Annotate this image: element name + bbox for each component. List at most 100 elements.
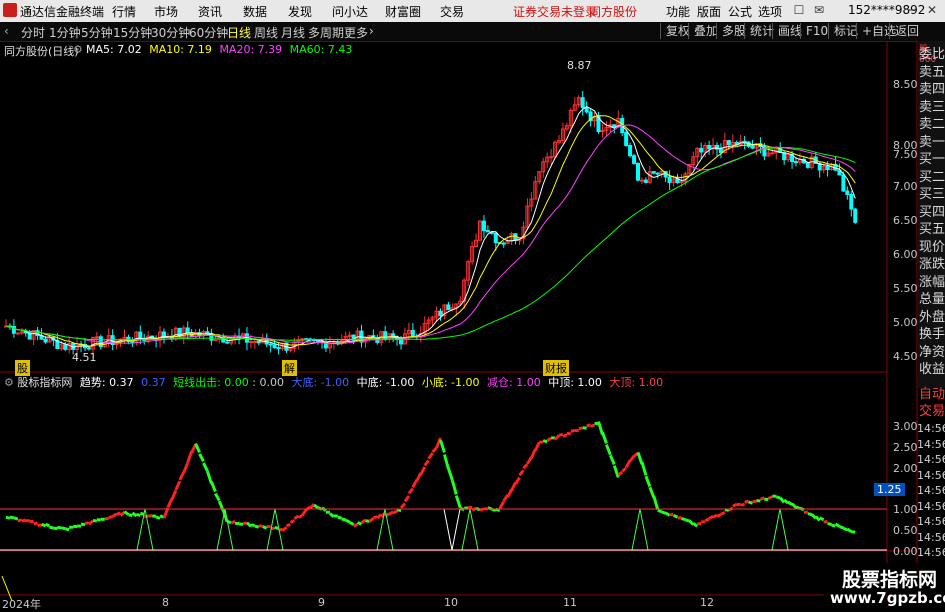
period-weekly[interactable]: 周线: [254, 24, 278, 41]
candle-body: [652, 172, 655, 174]
menu-item-shuju[interactable]: 数据: [243, 3, 267, 20]
menu-item-zixun[interactable]: 资讯: [198, 3, 222, 20]
btn-biaoji[interactable]: 标记: [828, 23, 858, 39]
indicator-segment: [836, 524, 840, 527]
menu-item-banmian[interactable]: 版面: [697, 3, 721, 20]
period-monthly[interactable]: 月线: [281, 24, 305, 41]
quote-field-label: 涨幅: [919, 274, 945, 292]
candle-body: [846, 191, 849, 194]
menu-item-faxian[interactable]: 发现: [288, 3, 312, 20]
ma60-line: [6, 148, 855, 341]
btn-diejia[interactable]: 叠加: [688, 23, 718, 39]
btn-tongji[interactable]: 统计: [744, 23, 774, 39]
candle-body: [249, 341, 252, 342]
ind-short: 短线出击: 0.00: [173, 376, 249, 389]
period-daily[interactable]: 日线: [227, 24, 251, 41]
indicator-segment: [22, 520, 26, 521]
indicator-segment: [338, 517, 342, 518]
btn-fuquan[interactable]: 复权: [660, 23, 690, 39]
menu-item-caifuquan[interactable]: 财富圈: [385, 3, 421, 20]
menu-item-gongneng[interactable]: 功能: [666, 3, 690, 20]
candle-body: [826, 166, 829, 169]
indicator-segment: [828, 523, 832, 524]
indicator-segment: [89, 521, 93, 524]
indicator-segment: [34, 523, 38, 524]
indicator-segment: [263, 527, 267, 529]
period-5min[interactable]: 5分钟: [81, 24, 113, 41]
candle-body: [447, 305, 450, 310]
ma5-label: MA5: 7.02: [86, 43, 142, 56]
indicator-segment: [397, 510, 401, 511]
period-multi[interactable]: 多周期: [308, 24, 344, 41]
indicator-segment: [172, 490, 176, 499]
indicator-segment: [255, 526, 259, 527]
menu-item-xuanxiang[interactable]: 选项: [758, 3, 782, 20]
period-30min[interactable]: 30分钟: [151, 24, 190, 41]
top-menu-bar: 通达信金融终端 行情 市场 资讯 数据 发现 问小达 财富圈 交易 证券交易未登…: [0, 0, 945, 23]
indicator-segment: [452, 480, 456, 494]
time-label: 14:56: [917, 452, 945, 468]
quote-field-label: 买二: [919, 169, 945, 187]
menu-item-wenxiaoda[interactable]: 问小达: [332, 3, 368, 20]
candle-body: [64, 345, 67, 350]
candle-body: [139, 332, 142, 338]
signal-spike: [632, 509, 648, 550]
indicator-segment: [10, 517, 14, 518]
menu-item-shichang[interactable]: 市场: [154, 3, 178, 20]
stock-link[interactable]: 同方股份: [589, 3, 637, 20]
indicator-segment: [741, 504, 745, 505]
help-icon[interactable]: ☐: [792, 4, 806, 17]
btn-fanhui[interactable]: 返回: [889, 23, 919, 39]
auto-label[interactable]: 自动: [919, 386, 945, 403]
time-label: 14:56: [917, 545, 945, 561]
ma20-line: [6, 125, 855, 343]
minimize-icon[interactable]: ─: [905, 4, 919, 17]
period-more[interactable]: 更多: [344, 24, 368, 41]
price-tick: 5.50: [893, 282, 918, 295]
indicator-segment: [456, 496, 460, 508]
btn-f10[interactable]: F10: [800, 23, 828, 39]
period-60min[interactable]: 60分钟: [189, 24, 228, 41]
period-1min[interactable]: 1分钟: [49, 24, 81, 41]
login-notice[interactable]: 证券交易未登录: [513, 3, 597, 20]
message-icon[interactable]: ✉: [812, 4, 826, 17]
indicator-segment: [662, 512, 666, 513]
quote-field-label: 卖五: [919, 64, 945, 82]
indicator-segment: [527, 457, 531, 463]
indicator-segment: [365, 521, 369, 522]
indicator-segment: [563, 435, 567, 437]
indicator-segment: [520, 470, 524, 475]
menu-item-jiaoyi[interactable]: 交易: [440, 3, 464, 20]
indicator-segment: [717, 514, 721, 516]
indicator-segment: [290, 520, 294, 522]
indicator-segment: [630, 456, 634, 461]
indicator-segment: [523, 464, 527, 468]
close-icon[interactable]: ✕: [925, 4, 939, 17]
trade-label[interactable]: 交易: [919, 403, 945, 420]
back-icon[interactable]: ‹: [4, 24, 9, 38]
kline-chart[interactable]: [0, 41, 945, 609]
menu-item-hangqing[interactable]: 行情: [112, 3, 136, 20]
quote-field-label: 收益: [919, 361, 945, 379]
candle-body: [656, 173, 659, 174]
btn-huaxian[interactable]: 画线: [772, 23, 802, 39]
quote-field-label: 卖三: [919, 99, 945, 117]
indicator-settings-icon[interactable]: ⚙: [4, 376, 14, 389]
time-label: 14:56: [917, 499, 945, 515]
indicator-segment: [547, 438, 551, 441]
price-tick: 7.00: [893, 180, 918, 193]
indicator-segment: [839, 527, 843, 528]
candle-body: [502, 243, 505, 244]
indicator-segment: [591, 425, 595, 427]
x-axis-label: 10: [444, 596, 458, 609]
settings-icon[interactable]: ⚙: [73, 43, 83, 56]
indicator-segment: [555, 435, 559, 439]
quote-field-label: 买五: [919, 221, 945, 239]
menu-item-gongshi[interactable]: 公式: [728, 3, 752, 20]
btn-duogu[interactable]: 多股: [716, 23, 746, 39]
period-15min[interactable]: 15分钟: [113, 24, 152, 41]
candle-body: [439, 311, 442, 315]
candle-body: [269, 344, 272, 345]
more-chevron-icon[interactable]: ›: [369, 24, 374, 38]
period-fenshi[interactable]: 分时: [21, 24, 45, 41]
